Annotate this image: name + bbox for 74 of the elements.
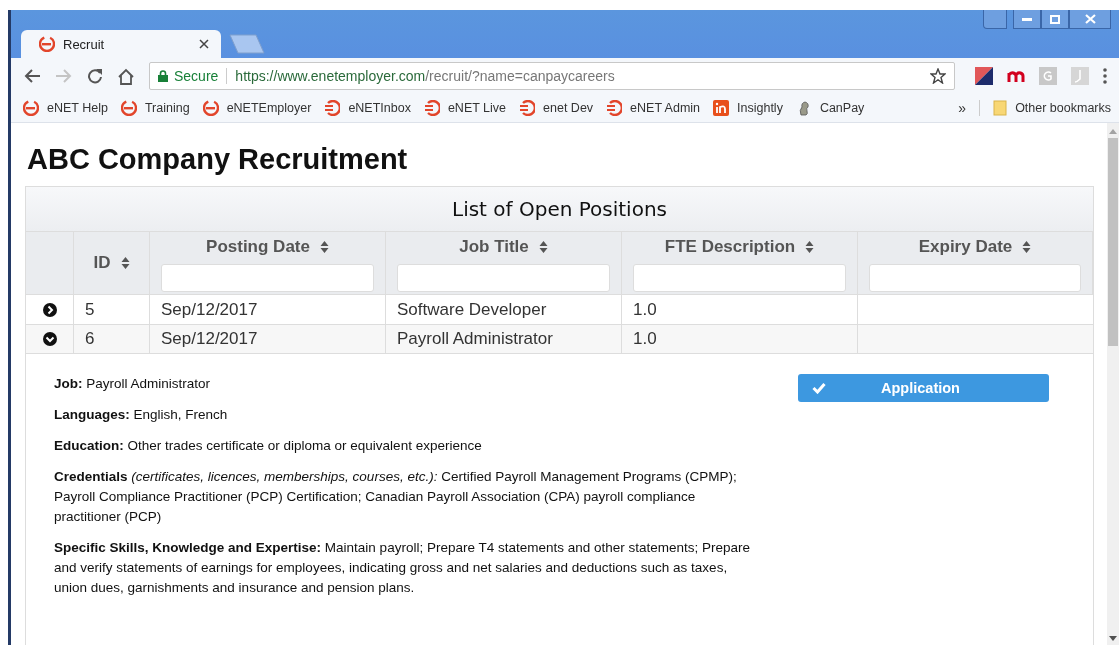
- enet-logo-icon: [423, 100, 440, 116]
- bookmark-item[interactable]: Insightly: [713, 100, 783, 116]
- chevron-down-icon[interactable]: [42, 332, 57, 346]
- filter-field[interactable]: [397, 264, 610, 292]
- minimize-icon[interactable]: [1022, 17, 1032, 21]
- filter-field[interactable]: [161, 264, 374, 292]
- detail-paragraph: Job: Payroll Administrator: [54, 375, 212, 393]
- sort-icon[interactable]: [805, 240, 815, 254]
- table-cell: Sep/12/2017: [150, 294, 386, 324]
- close-icon[interactable]: [199, 39, 209, 49]
- tab-title: Recruit: [63, 36, 106, 52]
- bookmark-item[interactable]: Training: [120, 100, 190, 116]
- secure-label: Secure: [174, 68, 219, 84]
- scroll-down-icon[interactable]: [1109, 636, 1117, 641]
- column-header[interactable]: Expiry Date: [858, 232, 1093, 294]
- table-cell: Sep/12/2017: [150, 324, 386, 354]
- chevron-right-icon[interactable]: [42, 302, 57, 317]
- back-icon[interactable]: [23, 68, 41, 84]
- enet-logo-icon: [23, 100, 39, 116]
- bookmark-item[interactable]: eNETEmployer: [202, 100, 312, 116]
- detail-paragraph: Education: Other trades certificate or diploma or equivalent experience: [54, 437, 483, 455]
- table-cell: 5: [74, 294, 150, 324]
- detail-paragraph: Credentials (certificates, licences, memberships, courses, etc.): Certified Payroll Management Programs (CPMP); Payroll Compliance Practitioner (PCP) Certification; Canadian Payroll Association (CPA) payroll compliance practitioner (PCP): [54, 468, 738, 526]
- filter-field[interactable]: [633, 264, 846, 292]
- table-cell: Payroll Administrator: [386, 324, 622, 354]
- reload-icon[interactable]: [87, 68, 103, 84]
- minimize-button[interactable]: [1013, 10, 1041, 29]
- column-header[interactable]: FTE Description: [622, 232, 858, 294]
- sort-icon[interactable]: [538, 240, 548, 254]
- bookmark-item[interactable]: eNET Live: [423, 100, 507, 116]
- table-cell: 1.0: [622, 294, 858, 324]
- column-header[interactable]: Posting Date: [150, 232, 386, 294]
- enet-logo-icon: [120, 100, 137, 116]
- other-bookmarks[interactable]: Other bookmarks: [993, 100, 1111, 116]
- enet-logo-icon: [519, 100, 536, 116]
- sort-icon[interactable]: [120, 256, 130, 270]
- maximize-button[interactable]: [1041, 10, 1069, 29]
- letter-logo-icon: [713, 100, 730, 116]
- folder-icon: [993, 100, 1008, 116]
- sort-icon[interactable]: [1022, 240, 1032, 254]
- detail-paragraph: Specific Skills, Knowledge and Expertise: Maintain payroll; Prepare T4 statements and other statements; Prepare and verify statements of earnings for employees, indicating gross and net salaries and deductions such as taxes, union dues, garnishments and insurance and pension plans.: [54, 539, 752, 597]
- maximize-icon[interactable]: [1050, 14, 1060, 24]
- scroll-thumb[interactable]: [1108, 138, 1118, 346]
- table-cell: Software Developer: [386, 294, 622, 324]
- column-header[interactable]: ID: [74, 232, 150, 294]
- scrollbar[interactable]: [1107, 123, 1119, 645]
- enet-logo-icon: [202, 100, 219, 116]
- bookmark-item[interactable]: eNET Admin: [606, 100, 701, 116]
- checkmark-icon: [812, 382, 826, 394]
- detail-paragraph: Languages: English, French: [54, 406, 229, 424]
- home-icon[interactable]: [117, 67, 135, 85]
- bookmark-item[interactable]: CanPay: [795, 100, 865, 116]
- flag-extension-icon[interactable]: [975, 67, 993, 85]
- table-cell: 6: [74, 324, 150, 354]
- filter-field[interactable]: [869, 264, 1081, 292]
- bookmark-item[interactable]: eNETInbox: [324, 100, 411, 116]
- browser-tab[interactable]: Recruit: [21, 30, 221, 58]
- page-title: ABC Company Recruitment: [27, 143, 409, 176]
- column-header[interactable]: Job Title: [386, 232, 622, 294]
- close-button[interactable]: [1069, 10, 1111, 29]
- sort-icon[interactable]: [319, 240, 329, 254]
- enet-logo-icon: [39, 36, 55, 52]
- bookmark-item[interactable]: enet Dev: [519, 100, 594, 116]
- table-caption: List of Open Positions: [26, 187, 1093, 232]
- url-text: https://www.enetemployer.com/recruit/?name=canpaycareers: [235, 68, 616, 84]
- enet-logo-icon: [324, 100, 341, 116]
- bookmark-item[interactable]: eNET Help: [23, 100, 108, 116]
- address-bar[interactable]: Secure https://www.enetemployer.com/recruit/?name=canpaycareers: [149, 62, 955, 90]
- lock-icon: [158, 70, 168, 82]
- bookmarks-overflow-button[interactable]: »: [958, 100, 967, 116]
- star-icon[interactable]: [930, 68, 946, 84]
- table-cell: 1.0: [622, 324, 858, 354]
- menu-icon[interactable]: [1103, 68, 1107, 84]
- enet-logo-icon: [606, 100, 623, 116]
